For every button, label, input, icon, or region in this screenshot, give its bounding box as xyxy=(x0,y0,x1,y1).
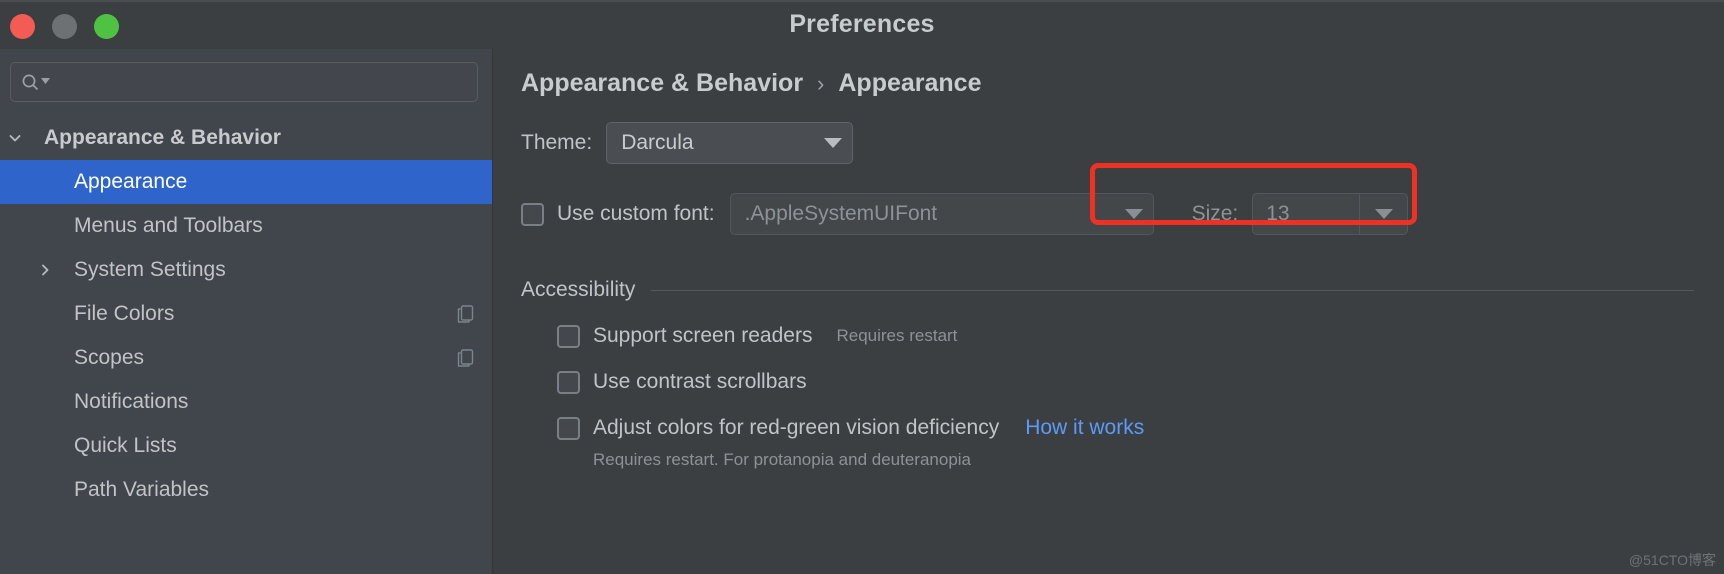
chevron-right-icon[interactable] xyxy=(30,262,60,278)
adjust-colors-label: Adjust colors for red-green vision defic… xyxy=(593,416,1000,439)
sidebar-item-file-colors[interactable]: File Colors xyxy=(0,292,492,336)
sidebar-item-notifications[interactable]: Notifications xyxy=(0,380,492,424)
search-box[interactable] xyxy=(10,62,478,102)
settings-detail-panel: Appearance & Behavior › Appearance Theme… xyxy=(493,49,1724,574)
chevron-right-icon: › xyxy=(817,70,825,96)
sidebar-item-label: Menus and Toolbars xyxy=(74,214,263,237)
sidebar-item-label: System Settings xyxy=(74,258,226,281)
option-row-support-screen-readers: Support screen readers Requires restart xyxy=(521,324,1724,348)
chevron-down-icon[interactable] xyxy=(0,130,30,146)
theme-select[interactable]: Darcula xyxy=(606,122,854,164)
search-area xyxy=(0,49,492,102)
option-row-use-contrast-scrollbars: Use contrast scrollbars xyxy=(521,370,1724,394)
support-screen-readers-checkbox[interactable] xyxy=(557,324,580,348)
use-contrast-scrollbars-label: Use contrast scrollbars xyxy=(593,370,807,393)
search-dropdown-icon[interactable] xyxy=(40,73,51,91)
preferences-body: Appearance & Behavior Appearance Menus a… xyxy=(0,49,1724,574)
sidebar-item-label: Scopes xyxy=(74,346,145,369)
theme-value: Darcula xyxy=(621,131,694,154)
font-size-label: Size: xyxy=(1191,202,1239,225)
copy-icon[interactable] xyxy=(457,305,474,324)
option-row-adjust-colors: Adjust colors for red-green vision defic… xyxy=(521,416,1724,440)
breadcrumb: Appearance & Behavior › Appearance xyxy=(521,49,1724,98)
requires-restart-hint: Requires restart xyxy=(836,326,958,345)
breadcrumb-current: Appearance xyxy=(838,69,982,97)
accessibility-title: Accessibility xyxy=(521,278,636,301)
font-size-stepper[interactable] xyxy=(1360,193,1409,235)
preferences-window: Preferences Appearance & Behavior Appear… xyxy=(0,0,1724,574)
breadcrumb-parent[interactable]: Appearance & Behavior xyxy=(521,69,803,98)
search-input[interactable] xyxy=(58,71,467,93)
font-family-select[interactable]: .AppleSystemUIFont xyxy=(729,193,1154,235)
section-divider xyxy=(651,289,1694,291)
sidebar-item-appearance[interactable]: Appearance xyxy=(0,160,492,204)
sidebar-item-label: Quick Lists xyxy=(74,434,177,457)
sidebar-item-label: Appearance xyxy=(74,170,188,193)
title-bar: Preferences xyxy=(0,0,1724,49)
sidebar-item-path-variables[interactable]: Path Variables xyxy=(0,468,492,512)
chevron-down-icon[interactable] xyxy=(1124,209,1143,219)
sidebar-item-label: Appearance & Behavior xyxy=(44,126,281,149)
theme-label: Theme: xyxy=(521,131,593,154)
window-title: Preferences xyxy=(789,10,935,38)
chevron-down-icon[interactable] xyxy=(1374,209,1393,219)
use-contrast-scrollbars-checkbox[interactable] xyxy=(557,370,580,394)
settings-tree: Appearance & Behavior Appearance Menus a… xyxy=(0,116,492,512)
use-custom-font-label: Use custom font: xyxy=(557,202,715,225)
copy-icon[interactable] xyxy=(457,349,474,368)
sidebar-item-appearance-and-behavior[interactable]: Appearance & Behavior xyxy=(0,116,492,160)
font-size-input[interactable]: 13 xyxy=(1252,193,1361,235)
sidebar-item-label: Notifications xyxy=(74,390,189,413)
sidebar-item-label: File Colors xyxy=(74,302,175,325)
settings-sidebar: Appearance & Behavior Appearance Menus a… xyxy=(0,49,493,574)
sidebar-item-system-settings[interactable]: System Settings xyxy=(0,248,492,292)
search-icon xyxy=(21,73,40,92)
sidebar-item-quick-lists[interactable]: Quick Lists xyxy=(0,424,492,468)
adjust-colors-checkbox[interactable] xyxy=(557,416,580,440)
sidebar-item-scopes[interactable]: Scopes xyxy=(0,336,492,380)
adjust-colors-subhint: Requires restart. For protanopia and deu… xyxy=(593,450,972,469)
font-family-value: .AppleSystemUIFont xyxy=(744,202,938,225)
sidebar-item-label: Path Variables xyxy=(74,478,210,501)
custom-font-row: Use custom font: .AppleSystemUIFont Size… xyxy=(521,192,1724,236)
chevron-down-icon[interactable] xyxy=(824,138,843,148)
how-it-works-link[interactable]: How it works xyxy=(1025,416,1144,440)
accessibility-section-header: Accessibility xyxy=(521,278,1724,302)
theme-row: Theme: Darcula xyxy=(521,120,1724,166)
watermark: @51CTO博客 xyxy=(1628,552,1716,568)
support-screen-readers-label: Support screen readers xyxy=(593,324,813,347)
sidebar-item-menus-and-toolbars[interactable]: Menus and Toolbars xyxy=(0,204,492,248)
use-custom-font-checkbox[interactable] xyxy=(521,202,544,226)
